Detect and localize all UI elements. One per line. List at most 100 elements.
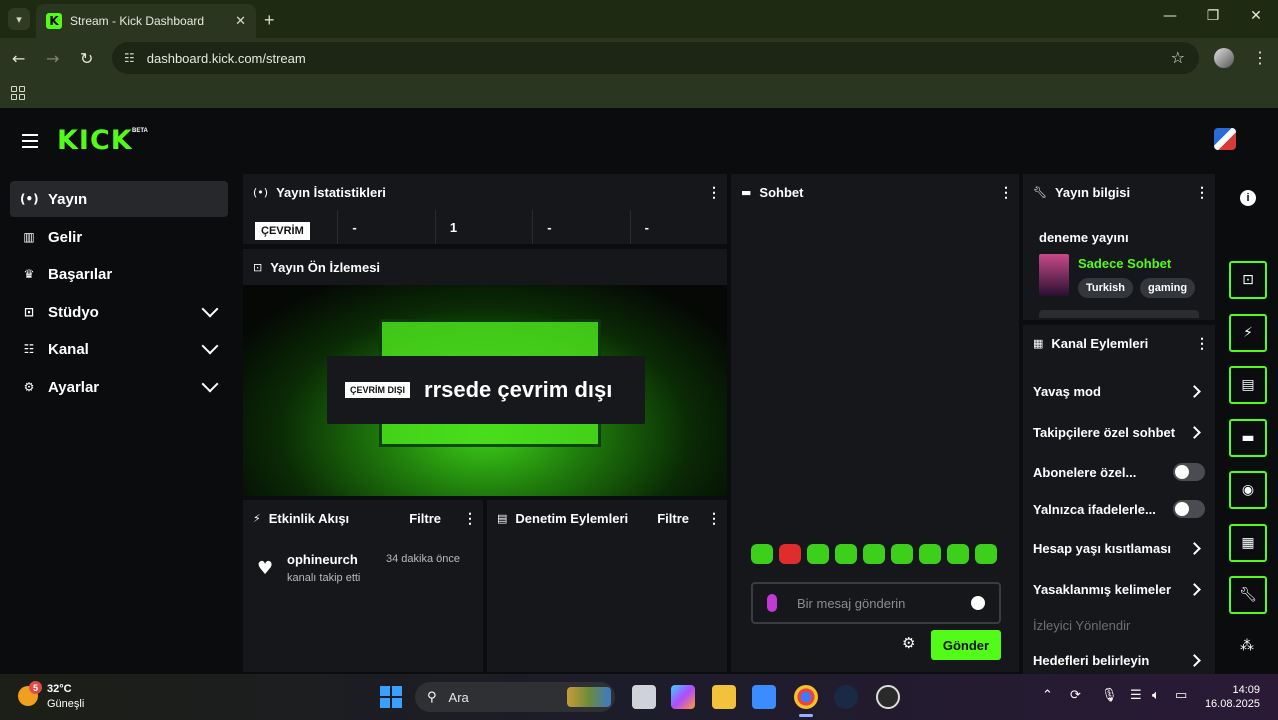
sidebar-item-kanal[interactable]: ☷ Kanal xyxy=(10,331,228,367)
chat-message-input[interactable]: Bir mesaj gönderin xyxy=(751,582,1001,624)
rail-chat-button[interactable]: ▬ xyxy=(1229,419,1267,457)
emotes-only-toggle[interactable] xyxy=(1173,500,1205,518)
battery-icon[interactable]: ▭ xyxy=(1175,688,1187,703)
chevron-down-icon[interactable] xyxy=(201,337,219,355)
emoji-icon[interactable] xyxy=(971,596,985,610)
site-info-icon[interactable]: ☷ xyxy=(124,51,135,65)
emote-icon[interactable] xyxy=(807,544,829,564)
emote-icon[interactable] xyxy=(835,544,857,564)
emote-icon[interactable] xyxy=(779,544,801,564)
emote-icon[interactable] xyxy=(919,544,941,564)
store-icon[interactable] xyxy=(752,685,776,709)
filter-button[interactable]: Filtre xyxy=(409,511,441,526)
browser-menu-icon[interactable]: ⋮ xyxy=(1252,48,1268,68)
action-account-age[interactable]: Hesap yaşı kısıtlaması xyxy=(1033,538,1205,558)
menu-icon[interactable] xyxy=(22,134,38,152)
chevron-down-icon[interactable] xyxy=(201,375,219,393)
rail-preview-button[interactable]: ⊡ xyxy=(1229,261,1267,299)
sidebar-item-basarilar[interactable]: ♛ Başarılar xyxy=(10,256,228,292)
microphone-tray-icon[interactable]: 🎙︎ xyxy=(1101,688,1118,703)
address-bar[interactable]: ☷ dashboard.kick.com/stream ☆ xyxy=(112,42,1199,74)
action-label: Yavaş mod xyxy=(1033,383,1101,399)
layout-icon[interactable]: ⁂ xyxy=(1240,638,1254,654)
chevron-down-icon[interactable] xyxy=(201,300,219,318)
obs-icon[interactable] xyxy=(876,685,900,709)
send-button[interactable]: Gönder xyxy=(931,630,1001,660)
panel-menu-icon[interactable]: ⋮ xyxy=(707,184,721,201)
panel-title: Yayın Ön İzlemesi xyxy=(270,259,381,275)
info-icon[interactable]: i xyxy=(1240,190,1256,206)
chrome-icon[interactable] xyxy=(794,685,818,709)
action-banned-words[interactable]: Yasaklanmış kelimeler xyxy=(1033,579,1205,599)
action-subscribers-only: Abonelere özel... xyxy=(1033,462,1205,482)
rail-stats-button[interactable]: ◉ xyxy=(1229,471,1267,509)
channel-actions-icon: ▦ xyxy=(1241,535,1255,551)
taskbar-clock[interactable]: 14:09 16.08.2025 xyxy=(1200,683,1260,711)
emote-icon[interactable] xyxy=(975,544,997,564)
panel-menu-icon[interactable]: ⋮ xyxy=(463,510,477,527)
rail-moderation-button[interactable]: ▤ xyxy=(1229,366,1267,404)
emote-icon[interactable] xyxy=(751,544,773,564)
task-view-icon[interactable] xyxy=(632,685,656,709)
restore-button[interactable]: ❐ xyxy=(1203,8,1223,24)
tag-chip: Turkish xyxy=(1078,278,1133,298)
sidebar-item-label: Başarılar xyxy=(48,265,113,283)
rail-stream-info-button[interactable]: 🔧︎ xyxy=(1229,576,1267,614)
tab-close-icon[interactable]: ✕ xyxy=(235,13,246,29)
browser-tab[interactable]: K Stream - Kick Dashboard ✕ xyxy=(36,4,256,38)
tray-chevron-up-icon[interactable]: ⌃ xyxy=(1042,688,1053,703)
stream-preview-panel: ⊡ Yayın Ön İzlemesi ÇEVRİM DIŞI rrsede ç… xyxy=(243,249,727,496)
wifi-icon[interactable]: ☰ xyxy=(1130,688,1142,703)
kick-logo[interactable]: KICK xyxy=(57,125,133,156)
stat-value: - xyxy=(338,210,436,244)
reload-icon[interactable]: ↻ xyxy=(80,49,93,68)
steam-icon[interactable] xyxy=(834,685,858,709)
windows-start-icon[interactable] xyxy=(380,686,402,708)
file-explorer-icon[interactable] xyxy=(712,685,736,709)
sidebar-item-yayin[interactable]: (•) Yayın xyxy=(10,181,228,217)
rail-channel-actions-button[interactable]: ▦ xyxy=(1229,524,1267,562)
profile-avatar[interactable] xyxy=(1214,48,1234,68)
filter-button[interactable]: Filtre xyxy=(657,511,689,526)
panel-menu-icon[interactable]: ⋮ xyxy=(999,184,1013,201)
action-goals[interactable]: Hedefleri belirleyin xyxy=(1033,650,1205,670)
chat-settings-icon[interactable]: ⚙ xyxy=(902,634,915,652)
user-avatar[interactable] xyxy=(1214,128,1236,150)
edit-info-button[interactable] xyxy=(1039,310,1199,318)
panel-menu-icon[interactable]: ⋮ xyxy=(1195,184,1209,201)
action-followers-only[interactable]: Takipçilere özel sohbet xyxy=(1033,422,1205,442)
tab-search-button[interactable]: ▾ xyxy=(8,8,30,30)
bookmark-star-icon[interactable]: ☆ xyxy=(1171,48,1185,67)
search-highlight-image xyxy=(567,687,611,707)
copilot-icon[interactable] xyxy=(671,685,695,709)
stat-value: - xyxy=(533,210,631,244)
activity-user[interactable]: ophineurch xyxy=(287,552,358,567)
emote-icon[interactable] xyxy=(891,544,913,564)
taskbar-search[interactable]: ⚲ Ara xyxy=(415,682,615,712)
stream-category[interactable]: Sadece Sohbet xyxy=(1078,256,1171,271)
stream-preview[interactable]: ÇEVRİM DIŞI rrsede çevrim dışı xyxy=(243,285,727,496)
action-slow-mode[interactable]: Yavaş mod xyxy=(1033,381,1205,401)
tray-sync-icon[interactable]: ⟳ xyxy=(1070,688,1081,703)
rail-activity-button[interactable]: ⚡ xyxy=(1229,314,1267,352)
panel-menu-icon[interactable]: ⋮ xyxy=(707,510,721,527)
emote-icon[interactable] xyxy=(947,544,969,564)
new-tab-button[interactable]: + xyxy=(264,10,275,31)
forward-icon[interactable]: → xyxy=(46,49,59,68)
stat-value: 1 xyxy=(436,210,534,244)
back-icon[interactable]: ← xyxy=(12,49,25,68)
panel-menu-icon[interactable]: ⋮ xyxy=(1195,335,1209,352)
apps-grid-icon[interactable] xyxy=(11,86,25,100)
microphone-icon[interactable] xyxy=(767,594,777,612)
emote-icon[interactable] xyxy=(863,544,885,564)
volume-icon[interactable]: 🔈︎ xyxy=(1152,688,1160,703)
minimize-button[interactable]: — xyxy=(1160,8,1180,24)
sidebar-item-ayarlar[interactable]: ⚙ Ayarlar xyxy=(10,369,228,405)
chevron-right-icon xyxy=(1188,582,1201,596)
action-label: Takipçilere özel sohbet xyxy=(1033,424,1176,440)
sidebar-item-gelir[interactable]: ▥ Gelir xyxy=(10,219,228,255)
close-window-button[interactable]: ✕ xyxy=(1246,8,1266,24)
sidebar-item-studyo[interactable]: ⊡ Stüdyo xyxy=(10,294,228,330)
browser-toolbar: ← → ↻ ☷ dashboard.kick.com/stream ☆ ⋮ xyxy=(0,38,1278,80)
subscribers-only-toggle[interactable] xyxy=(1173,463,1205,481)
